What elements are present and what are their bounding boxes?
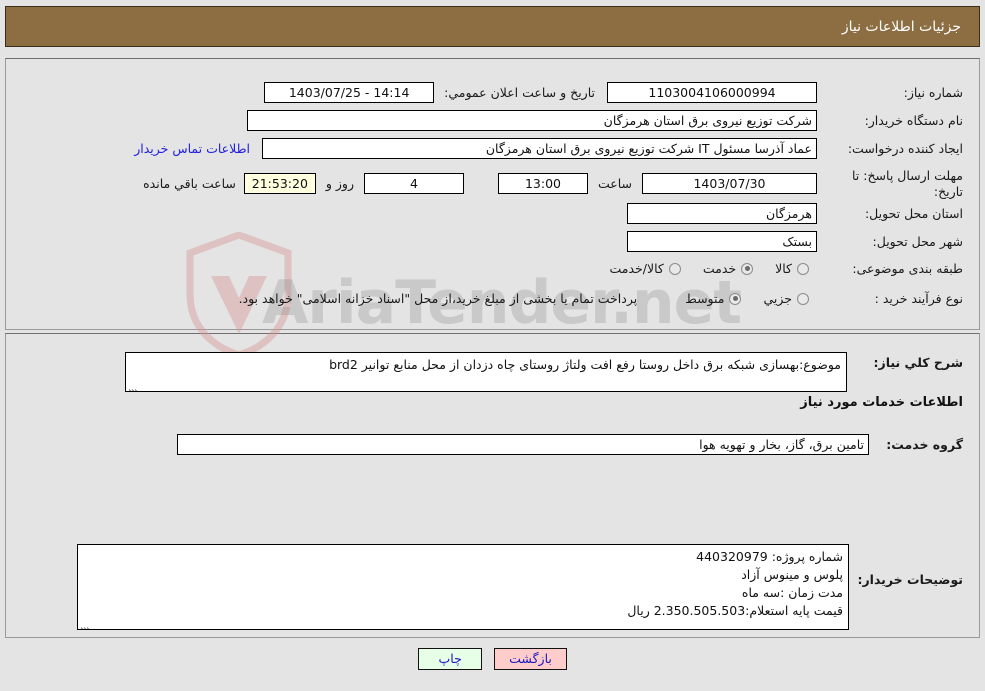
buyer-contact-link[interactable]: اطلاعات تماس خریدار — [134, 141, 250, 156]
row-purchase-type: نوع فرآیند خرید : جزیي متوسط پرداخت تمام… — [239, 291, 963, 306]
page-title: جزئیات اطلاعات نیاز — [841, 18, 961, 35]
province-label: استان محل تحویل: — [864, 206, 963, 221]
need-number-value: 1103004106000994 — [607, 82, 817, 103]
deadline-time-value: 13:00 — [497, 173, 588, 195]
classification-option-kala[interactable]: کالا — [775, 261, 809, 276]
row-need-number: شماره نیاز: 1103004106000994 — [607, 82, 963, 103]
buyer-notes-textarea[interactable]: شماره پروژه: 440320979 پلوس و مینوس آزاد… — [77, 544, 849, 630]
radio-icon[interactable] — [668, 262, 681, 275]
purchase-type-option-label: متوسط — [685, 291, 725, 306]
purchase-type-label: نوع فرآیند خرید : — [874, 291, 963, 306]
row-description: شرح کلي نیاز: موضوع:بهسازی شبکه برق داخل… — [125, 352, 963, 392]
requester-label: ایجاد کننده درخواست: — [847, 141, 963, 156]
print-button[interactable]: چاپ — [418, 648, 483, 670]
deadline-days-value: 4 — [363, 173, 464, 195]
deadline-countdown-label: ساعت باقي مانده — [143, 176, 236, 192]
deadline-days-label: روز و — [325, 176, 354, 192]
buyer-notes-line: پلوس و مینوس آزاد — [741, 567, 843, 583]
classification-option-label: کالا/خدمت — [609, 261, 664, 276]
classification-label: طبقه بندی موضوعی: — [852, 261, 963, 276]
description-label: شرح کلي نیاز: — [873, 355, 963, 370]
purchase-type-note: پرداخت تمام یا بخشی از مبلغ خرید،از محل … — [238, 291, 638, 306]
resize-grip-icon[interactable] — [128, 380, 138, 391]
classification-option-khedmat[interactable]: خدمت — [702, 261, 754, 276]
purchase-type-option-jozi[interactable]: جزیي — [763, 291, 809, 306]
buyer-notes-line: قیمت پایه استعلام:2.350.505.503 ریال — [627, 603, 843, 619]
purchase-type-option-motavaset[interactable]: متوسط — [685, 291, 742, 306]
buyer-notes-line: مدت زمان :سه ماه — [741, 585, 843, 601]
deadline-time-label: ساعت — [597, 176, 632, 192]
public-announce-label: تاریخ و ساعت اعلان عمومي: — [444, 85, 595, 100]
radio-icon[interactable] — [741, 262, 754, 275]
deadline-countdown-value: 21:53:20 — [243, 173, 316, 195]
buyer-org-value: شرکت توزیع نیروی برق استان هرمزگان — [247, 110, 817, 131]
public-announce-value: 14:14 - 1403/07/25 — [264, 82, 435, 103]
deadline-label: مهلت ارسال پاسخ: تا تاریخ: — [852, 168, 963, 199]
row-classification: طبقه بندی موضوعی: کالا خدمت کالا/خدمت — [587, 261, 963, 276]
city-value: بستک — [627, 231, 817, 252]
action-buttons: بازگشت چاپ — [0, 648, 985, 670]
page-header: جزئیات اطلاعات نیاز — [5, 6, 980, 47]
row-province: استان محل تحویل: هرمزگان — [627, 203, 963, 224]
row-buyer-notes: توضیحات خریدار: شماره پروژه: 440320979 پ… — [77, 544, 963, 630]
buyer-org-label: نام دستگاه خریدار: — [864, 113, 963, 128]
classification-option-label: خدمت — [702, 261, 737, 276]
row-city: شهر محل تحویل: بستک — [627, 231, 963, 252]
service-group-label: گروه خدمت: — [886, 437, 963, 452]
row-public-announce: تاریخ و ساعت اعلان عمومي: 14:14 - 1403/0… — [264, 82, 595, 103]
row-requester: ایجاد کننده درخواست: عماد آذرسا مسئول IT… — [134, 138, 963, 159]
buyer-notes-label: توضیحات خریدار: — [857, 572, 963, 587]
row-deadline: مهلت ارسال پاسخ: تا تاریخ: 1403/07/30 سا… — [143, 168, 963, 199]
description-value: موضوع:بهسازی شبکه برق داخل روستا رفع افت… — [329, 357, 841, 372]
description-textarea[interactable]: موضوع:بهسازی شبکه برق داخل روستا رفع افت… — [125, 352, 847, 392]
services-heading: اطلاعات خدمات مورد نیاز — [800, 395, 963, 410]
requester-value: عماد آذرسا مسئول IT شرکت توزیع نیروی برق… — [262, 138, 817, 159]
deadline-date-value: 1403/07/30 — [642, 173, 817, 195]
need-number-label: شماره نیاز: — [903, 85, 963, 100]
row-service-group: گروه خدمت: تامین برق، گاز، بخار و تهویه … — [177, 434, 963, 455]
purchase-type-option-label: جزیي — [763, 291, 792, 306]
radio-icon[interactable] — [729, 292, 742, 305]
radio-icon[interactable] — [797, 292, 809, 305]
province-value: هرمزگان — [627, 203, 817, 224]
classification-option-kala-khedmat[interactable]: کالا/خدمت — [609, 261, 681, 276]
row-buyer-org: نام دستگاه خریدار: شرکت توزیع نیروی برق … — [247, 110, 963, 131]
radio-icon[interactable] — [797, 262, 809, 275]
service-group-value: تامین برق، گاز، بخار و تهویه هوا — [177, 434, 869, 455]
city-label: شهر محل تحویل: — [872, 234, 963, 249]
buyer-notes-line: شماره پروژه: 440320979 — [696, 549, 843, 564]
classification-option-label: کالا — [775, 261, 792, 276]
back-button[interactable]: بازگشت — [494, 648, 567, 670]
